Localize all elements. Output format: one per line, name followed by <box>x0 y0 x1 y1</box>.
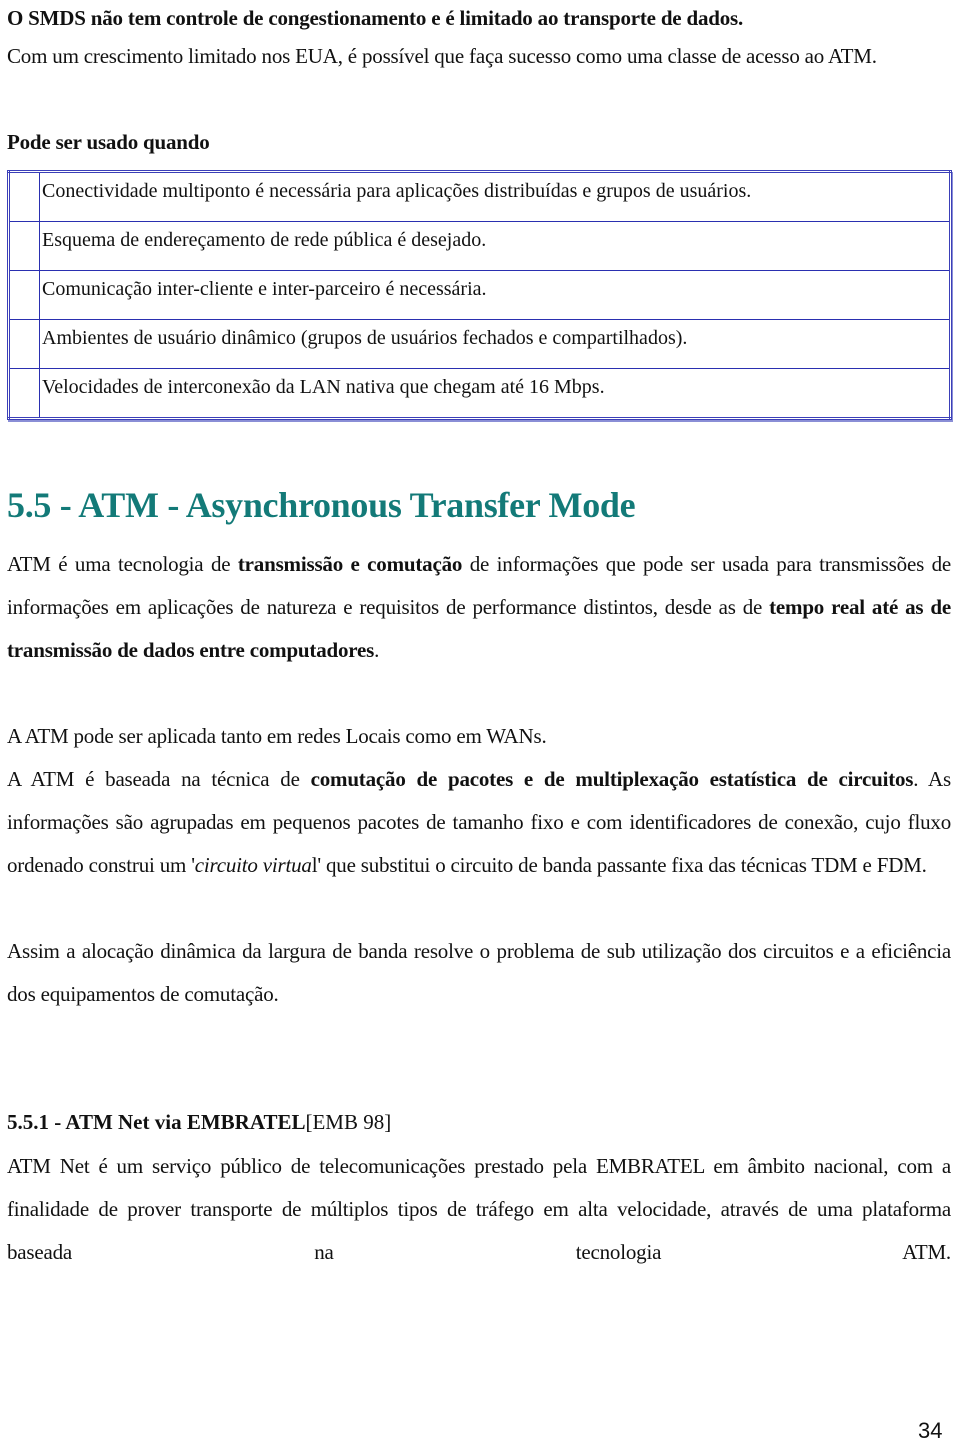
row-marker-cell <box>8 368 40 419</box>
intro-lead: Pode ser usado quando <box>7 121 951 164</box>
row-text-cell: Velocidades de interconexão da LAN nativ… <box>39 368 951 419</box>
intro-bold-text: O SMDS não tem controle de congestioname… <box>7 6 744 30</box>
row-marker-cell <box>8 319 40 369</box>
text-run: l' <box>311 853 321 877</box>
row-text-cell: Esquema de endereçamento de rede pública… <box>39 221 951 271</box>
text-run: que substitui o circuito de banda passan… <box>320 853 927 877</box>
text-run: ATM é uma tecnologia de <box>7 552 238 576</box>
text-run: . <box>374 638 380 662</box>
conditions-table: Conectividade multiponto é necessária pa… <box>7 170 952 420</box>
document-page: O SMDS não tem controle de congestioname… <box>0 0 960 1446</box>
row-marker-cell <box>8 270 40 320</box>
bold-run: transmissão e comutação <box>237 552 463 576</box>
row-text-cell: Ambientes de usuário dinâmico (grupos de… <box>39 319 951 369</box>
subsection-reference: [EMB 98] <box>305 1110 392 1134</box>
section-paragraph-2: A ATM pode ser aplicada tanto em redes L… <box>7 724 547 748</box>
section-paragraph-4: Assim a alocação dinâmica da largura de … <box>7 939 951 1006</box>
section-heading: 5.5 - ATM - Asynchronous Transfer Mode <box>7 485 636 525</box>
table-row: Ambientes de usuário dinâmico (grupos de… <box>8 319 951 369</box>
subsection-paragraph: ATM Net é um serviço público de telecomu… <box>7 1154 951 1264</box>
table-row: Velocidades de interconexão da LAN nativ… <box>8 368 951 419</box>
row-marker-cell <box>8 221 40 271</box>
text-run: A ATM é baseada na técnica de <box>7 767 311 791</box>
section-paragraph-1: ATM é uma tecnologia de transmissão e co… <box>7 543 951 672</box>
section-paragraph-3: A ATM é baseada na técnica de comutação … <box>7 758 951 887</box>
row-text-cell: Conectividade multiponto é necessária pa… <box>39 171 951 222</box>
row-text-cell: Comunicação inter-cliente e inter-parcei… <box>39 270 951 320</box>
bold-run: comutação de pacotes e de multiplexação … <box>310 767 914 791</box>
page-number: 34 <box>918 1418 943 1443</box>
intro-bold-line: O SMDS não tem controle de congestioname… <box>7 0 951 40</box>
intro-lead-text: Pode ser usado quando <box>7 130 210 154</box>
table-row: Esquema de endereçamento de rede pública… <box>8 221 951 271</box>
table-row: Comunicação inter-cliente e inter-parcei… <box>8 270 951 320</box>
subsection-heading: 5.5.1 - ATM Net via EMBRATEL[EMB 98] <box>7 1104 391 1140</box>
subsection-title: 5.5.1 - ATM Net via EMBRATEL <box>7 1110 306 1134</box>
italic-run: circuito virtua <box>194 853 312 877</box>
table-row: Conectividade multiponto é necessária pa… <box>8 171 951 222</box>
intro-paragraph: Com um crescimento limitado nos EUA, é p… <box>7 44 877 68</box>
row-marker-cell <box>8 171 40 222</box>
